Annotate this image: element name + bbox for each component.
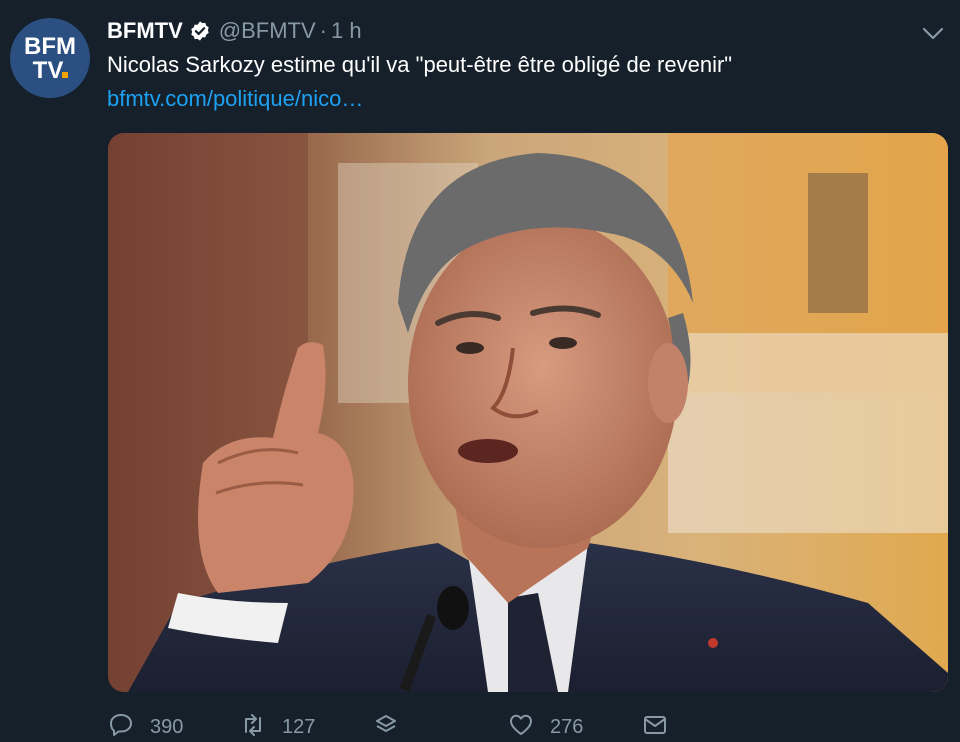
tweet-text: Nicolas Sarkozy estime qu'il va "peut-êt… — [107, 52, 733, 77]
stack-button[interactable] — [373, 712, 415, 738]
retweet-count: 127 — [282, 715, 316, 738]
like-button[interactable]: 276 — [508, 712, 583, 738]
heart-icon — [510, 714, 532, 735]
retweet-icon — [245, 714, 261, 736]
avatar[interactable]: BFM TV — [10, 18, 90, 98]
timestamp[interactable]: 1 h — [331, 18, 362, 44]
avatar-logo-line1: BFM — [24, 33, 76, 60]
display-name[interactable]: BFMTV — [107, 18, 183, 44]
retweet-button[interactable]: 127 — [240, 712, 315, 738]
stack-icon — [376, 715, 396, 732]
avatar-logo-line2: TV — [33, 57, 64, 84]
dm-button[interactable] — [642, 712, 684, 738]
verified-badge-icon — [189, 20, 211, 42]
reply-icon — [110, 714, 132, 736]
tweet-photo[interactable] — [108, 133, 948, 692]
account-handle[interactable]: @BFMTV — [219, 18, 316, 44]
chevron-down-icon[interactable] — [920, 20, 946, 46]
tweet-link[interactable]: bfmtv.com/politique/nico… — [107, 86, 363, 112]
like-count: 276 — [550, 715, 584, 738]
separator-dot: · — [319, 18, 327, 43]
reply-count: 390 — [150, 715, 184, 738]
envelope-icon — [644, 716, 666, 734]
bfmtv-logo: BFM TV — [24, 33, 76, 84]
reply-button[interactable]: 390 — [108, 712, 183, 738]
tweet-header: BFMTV @BFMTV · 1 h — [107, 16, 362, 46]
tweet-actions: 390 127 276 — [108, 712, 708, 742]
